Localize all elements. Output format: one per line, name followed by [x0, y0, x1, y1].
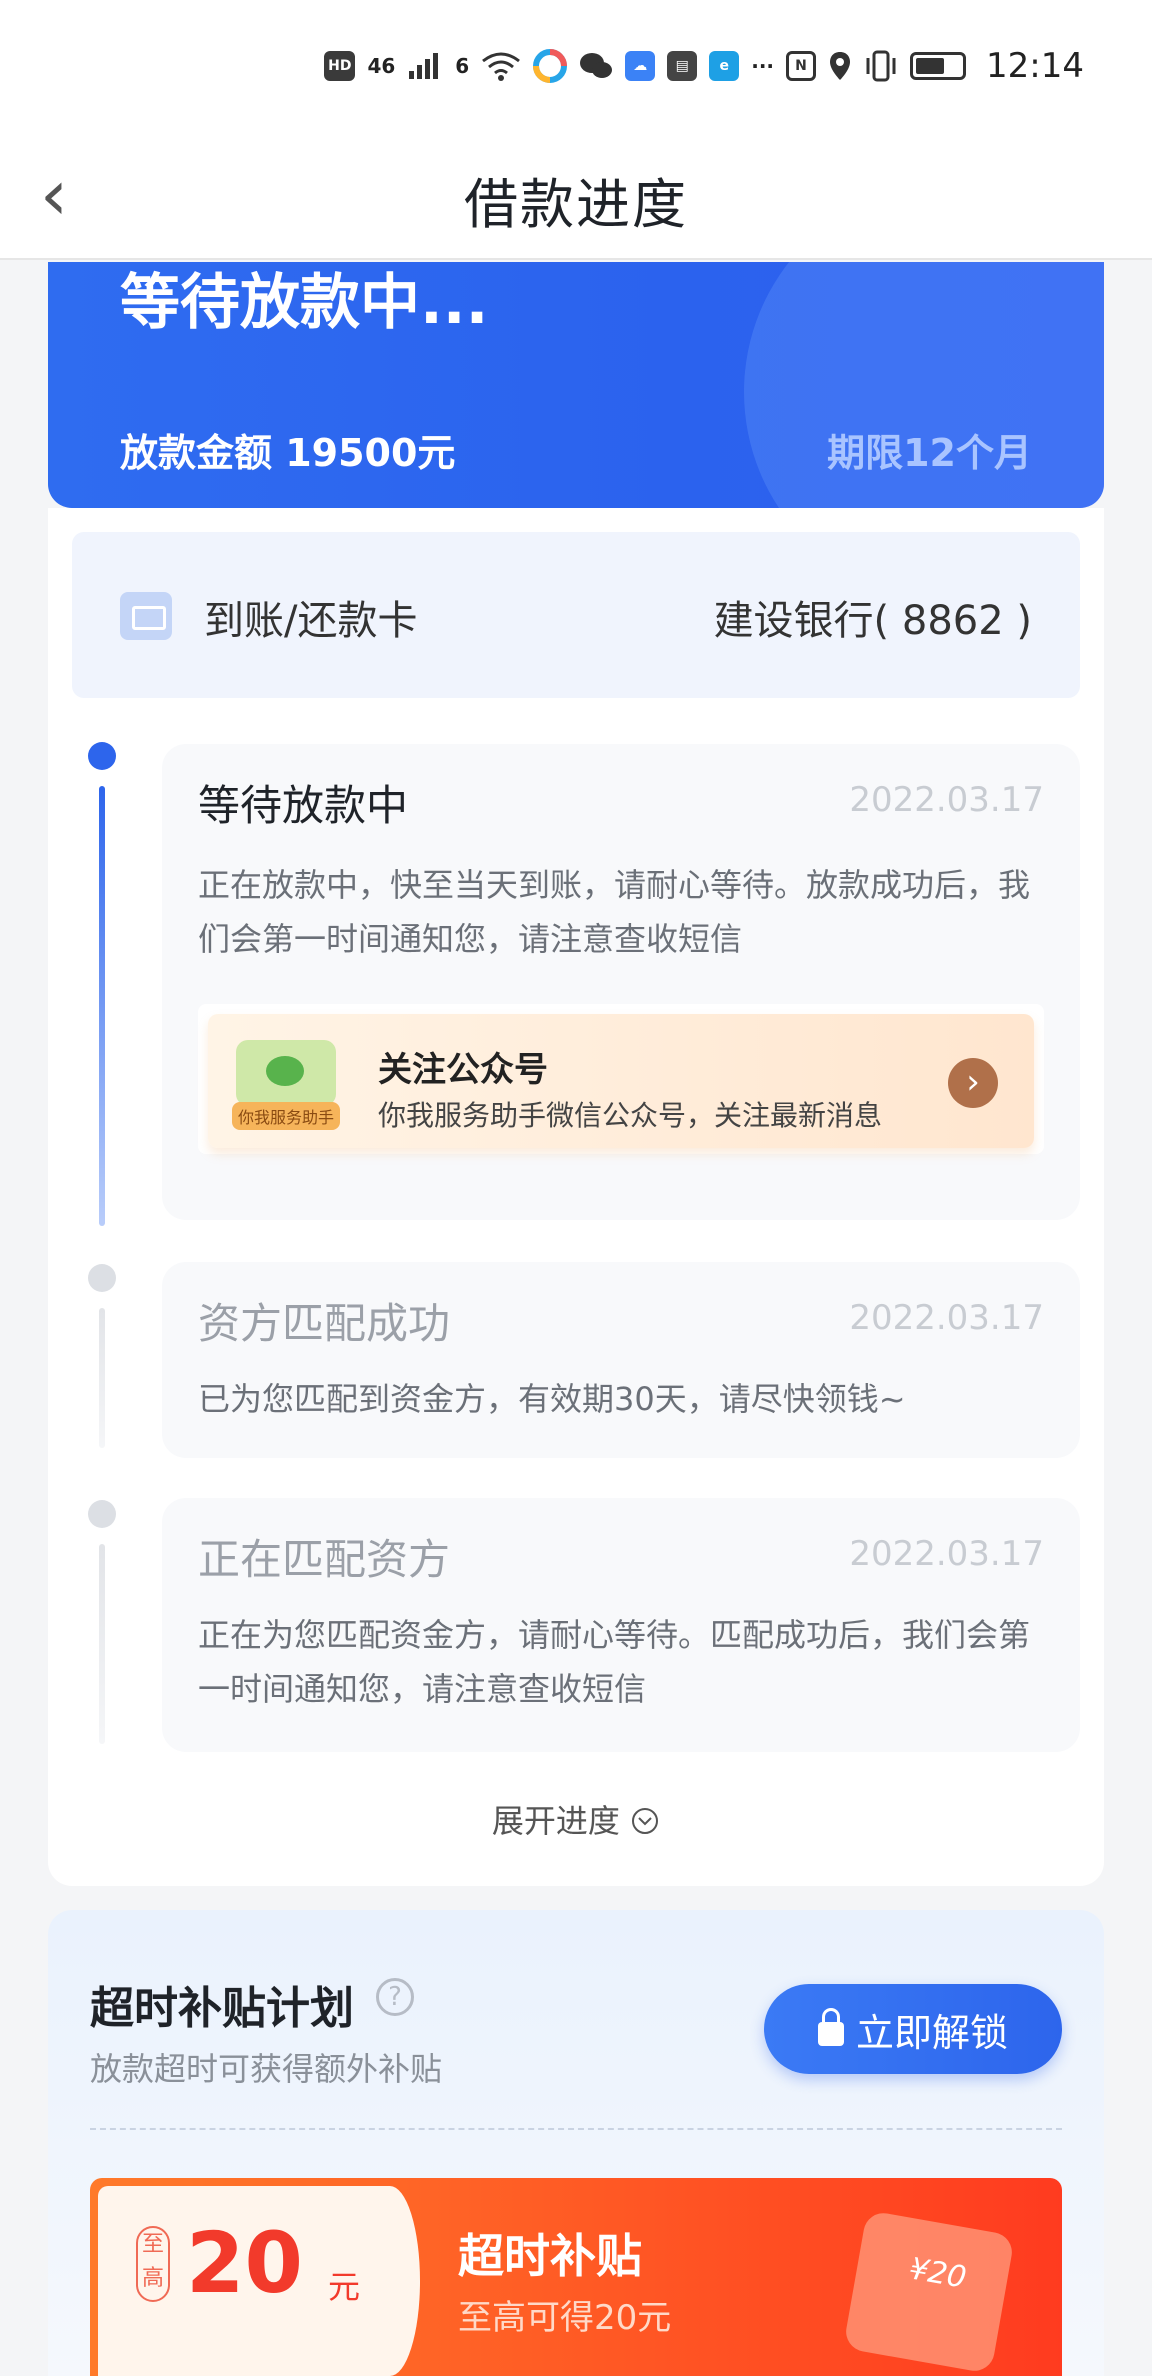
coupon-tag: 至高	[136, 2226, 170, 2302]
subsidy-description: 放款超时可获得额外补贴	[90, 2050, 443, 2088]
bank-card-label: 到账/还款卡	[204, 598, 418, 644]
status-bar: HD 46 6 ☁ ▤ e ··· N 12:14	[0, 0, 1152, 130]
hd-badge: HD	[324, 51, 356, 81]
loan-amount: 放款金额 19500元	[120, 431, 456, 475]
coupon-unit: 元	[328, 2268, 361, 2306]
battery-icon	[910, 52, 967, 80]
more-icon: ···	[751, 54, 775, 78]
vibrate-icon	[866, 50, 896, 82]
network-badge: 46	[367, 54, 396, 78]
bank-card-value: 建设银行( 8862 )	[713, 598, 1032, 644]
timeline-dot	[88, 1500, 116, 1528]
step-title: 正在匹配资方	[198, 1535, 451, 1584]
wifi-icon	[482, 52, 521, 81]
divider	[90, 2128, 1062, 2130]
location-icon	[830, 52, 851, 80]
nfc-icon: N	[786, 51, 817, 81]
timeline-dot	[88, 1264, 116, 1292]
timeline-step: 正在匹配资方 2022.03.17 正在为您匹配资金方，请耐心等待。匹配成功后，…	[162, 1498, 1080, 1752]
status-icons: HD 46 6 ☁ ▤ e ··· N 12:14	[324, 44, 1084, 88]
subsidy-section: 超时补贴计划 ? 放款超时可获得额外补贴 立即解锁 至高 20 元 超时补贴 至…	[48, 1910, 1104, 2376]
chevron-right-icon[interactable]: ›	[948, 1058, 998, 1108]
timeline-line-active	[99, 786, 105, 1226]
timeline-step: 资方匹配成功 2022.03.17 已为您匹配到资金方，有效期30天，请尽快领钱…	[162, 1262, 1080, 1458]
coupon-title: 超时补贴	[458, 2229, 642, 2283]
red-envelope-icon	[842, 2210, 1016, 2374]
step-date: 2022.03.17	[849, 780, 1044, 820]
wifi-badge: 6	[455, 54, 470, 78]
timeline-step: 等待放款中 2022.03.17 正在放款中，快至当天到账，请耐心等待。放款成功…	[162, 744, 1080, 1220]
chevron-down-circle-icon	[632, 1808, 659, 1834]
wechat-logo-icon	[236, 1040, 336, 1106]
follow-title: 关注公众号	[378, 1050, 548, 1090]
timeline-line	[99, 1544, 105, 1744]
browser-icon: e	[709, 51, 740, 81]
loan-header: 等待放款中... 放款金额 19500元 期限12个月	[48, 262, 1104, 508]
timeline-line	[99, 1308, 105, 1448]
nav-bar: ‹ 借款进度	[0, 130, 1152, 260]
wechat-icon	[580, 53, 613, 78]
follow-account-card[interactable]: 你我服务助手 关注公众号 你我服务助手微信公众号，关注最新消息 ›	[208, 1014, 1034, 1148]
card-icon	[120, 592, 172, 640]
expand-label: 展开进度	[491, 1802, 620, 1840]
app-icon	[533, 49, 568, 83]
step-title: 等待放款中	[198, 781, 409, 830]
loan-term: 期限12个月	[827, 431, 1032, 475]
help-icon[interactable]: ?	[376, 1978, 414, 2016]
page-title: 借款进度	[464, 173, 688, 236]
clock: 12:14	[986, 46, 1084, 86]
unlock-label: 立即解锁	[855, 2010, 1008, 2055]
step-title: 资方匹配成功	[198, 1299, 451, 1348]
signal-icon	[409, 53, 439, 79]
assistant-badge: 你我服务助手	[232, 1102, 341, 1130]
loan-status: 等待放款中...	[120, 268, 489, 338]
step-date: 2022.03.17	[849, 1534, 1044, 1574]
coupon-amount: 20	[186, 2214, 303, 2312]
step-description: 正在放款中，快至当天到账，请耐心等待。放款成功后，我们会第一时间通知您，请注意查…	[198, 866, 1031, 958]
step-date: 2022.03.17	[849, 1298, 1044, 1338]
progress-card: 到账/还款卡 建设银行( 8862 ) 等待放款中 2022.03.17 正在放…	[48, 508, 1104, 1886]
subsidy-title: 超时补贴计划	[90, 1983, 354, 2034]
follow-account-banner[interactable]: 你我服务助手 关注公众号 你我服务助手微信公众号，关注最新消息 ›	[198, 1004, 1044, 1154]
unlock-button[interactable]: 立即解锁	[764, 1984, 1062, 2074]
lock-icon	[817, 2008, 844, 2046]
cloud-icon: ☁	[625, 51, 656, 81]
step-description: 已为您匹配到资金方，有效期30天，请尽快领钱~	[198, 1380, 906, 1418]
huawei-icon: ▤	[667, 51, 698, 81]
follow-subtitle: 你我服务助手微信公众号，关注最新消息	[378, 1099, 883, 1132]
timeline-dot-active	[88, 742, 116, 770]
subsidy-coupon[interactable]: 至高 20 元 超时补贴 至高可得20元 ¥20	[90, 2178, 1062, 2376]
bank-card-row[interactable]: 到账/还款卡 建设银行( 8862 )	[72, 532, 1080, 698]
coupon-subtitle: 至高可得20元	[458, 2298, 672, 2338]
page: HD 46 6 ☁ ▤ e ··· N 12:14 ‹ 借款进度 等待放款中..…	[0, 0, 1152, 2376]
step-description: 正在为您匹配资金方，请耐心等待。匹配成功后，我们会第一时间通知您，请注意查收短信	[198, 1616, 1031, 1708]
expand-progress-button[interactable]: 展开进度	[48, 1796, 1104, 1842]
